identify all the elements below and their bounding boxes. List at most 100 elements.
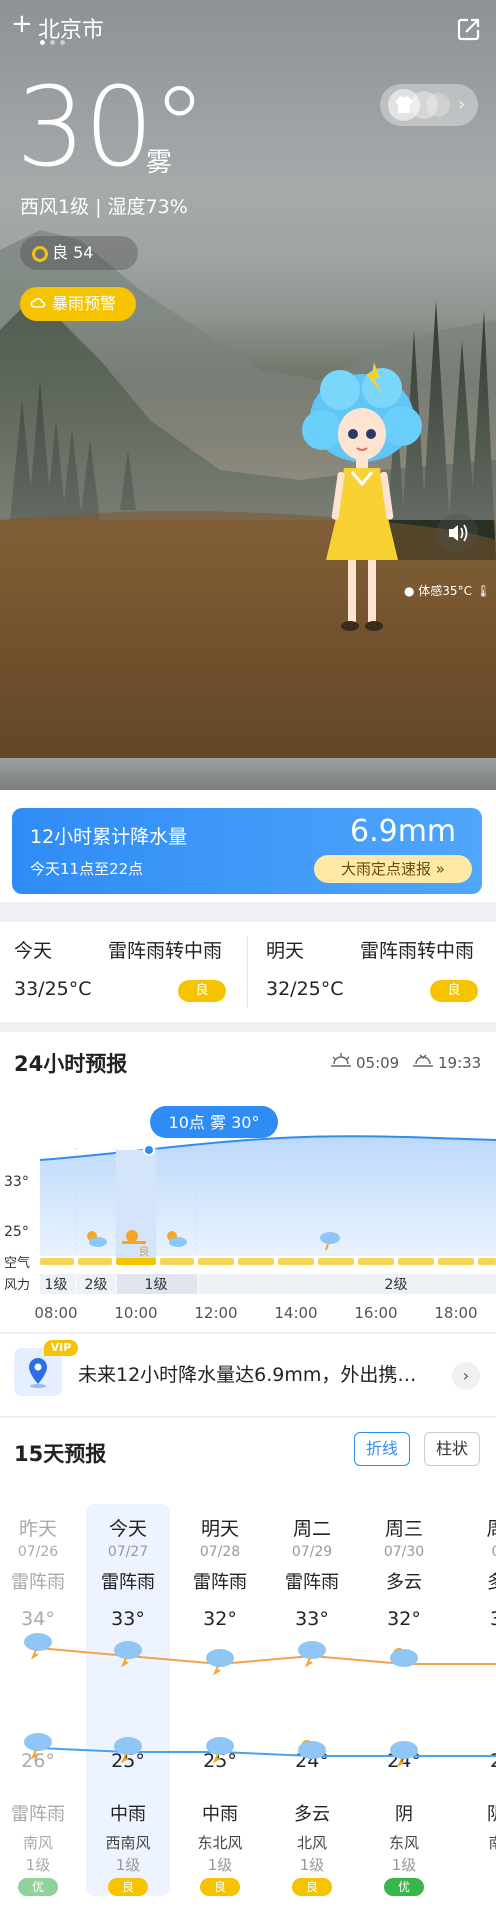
precip-tip-banner[interactable]: VIP 未来12小时降水量达6.9mm，外出携… ›	[0, 1334, 496, 1416]
feels-like: ● 体感35°C 🌡	[404, 584, 492, 598]
daily-column[interactable]: 今天 07/27 雷阵雨 33° 25° 中雨 西南风 1级良	[86, 1504, 170, 1896]
row-label-wind: 风力	[4, 1278, 30, 1293]
night-weather: 雷阵雨	[11, 1804, 65, 1825]
sunset-time: 19:33	[438, 1054, 482, 1072]
wind-level: 2级	[385, 1277, 408, 1293]
aqi-badge: 良	[108, 1878, 148, 1896]
tab-bar-chart[interactable]: 柱状	[424, 1432, 480, 1466]
warning-label: 暴雨预警	[52, 294, 117, 313]
precipitation-card[interactable]: 12小时累计降水量 今天11点至22点 6.9mm 大雨定点速报 »	[12, 808, 482, 894]
wind-direction: 北风	[296, 1834, 327, 1852]
low-temp: 24°	[387, 1750, 421, 1772]
tooltip-text: 10点 雾 30°	[169, 1113, 260, 1132]
wind-humidity: 西风1级 | 湿度73%	[20, 196, 188, 218]
speaker-button[interactable]	[436, 514, 478, 552]
day-summary-card: 今天 雷阵雨转中雨 33/25°C 良 明天 雷阵雨转中雨 32/25°C 良	[0, 922, 496, 1022]
wind-direction: 东风	[388, 1834, 419, 1852]
aqi-badge: 优	[384, 1878, 424, 1896]
weather-hero: + 北京市 30° 雾 西风1级 | 湿度73% 良 54 暴雨预警 › ● 体…	[0, 0, 496, 790]
sunrise-icon	[331, 1053, 351, 1067]
wind-band	[40, 1274, 496, 1294]
speaker-icon	[449, 524, 468, 542]
rain-alert-button[interactable]: 大雨定点速报 »	[314, 855, 472, 883]
today-weather: 雷阵雨转中雨	[108, 940, 223, 962]
day-name: 今天	[108, 1518, 147, 1540]
high-temp: 34°	[21, 1608, 55, 1630]
precip-period: 今天11点至22点	[30, 860, 144, 878]
daily-forecast-card: 15天预报 折线 柱状 昨天 07/26 雷阵雨 34° 26° 雷阵雨 南风 1级优 今天 07…	[0, 1418, 496, 1908]
day-weather: 雷阵雨	[11, 1572, 65, 1593]
daily-title: 15天预报	[14, 1442, 107, 1466]
page-indicator	[40, 40, 65, 45]
sunrise-time: 05:09	[356, 1054, 400, 1072]
today-label: 今天	[14, 940, 53, 962]
day-name: 周三	[384, 1518, 423, 1540]
time-label: 12:00	[194, 1304, 237, 1322]
y-label-high: 33°	[4, 1174, 29, 1190]
sunset-icon	[413, 1054, 433, 1067]
time-label: 10:00	[114, 1304, 157, 1322]
day-weather: 雷阵雨	[101, 1572, 155, 1593]
wind-level: 1级	[115, 1856, 141, 1874]
daily-column[interactable]: 昨天 07/26 雷阵雨 34° 26° 雷阵雨 南风 1级优	[0, 1504, 80, 1896]
day-weather: 雷阵雨	[285, 1572, 339, 1593]
current-condition: 雾	[146, 148, 173, 178]
day-date: 07/29	[291, 1544, 333, 1560]
divider	[247, 936, 248, 1008]
low-temp: 25°	[111, 1750, 145, 1772]
tip-text: 未来12小时降水量达6.9mm，外出携…	[78, 1364, 417, 1386]
night-weather: 中雨	[202, 1804, 238, 1825]
hourly-chart[interactable]: 10点 雾 30° 33° 25° 良 空气 风力 1级 2级 1级 2级 08…	[0, 1088, 496, 1328]
add-city-button[interactable]: +	[11, 10, 33, 38]
aqi-bar	[40, 1258, 496, 1265]
high-temp: 32°	[387, 1608, 421, 1630]
chevron-right-icon: ›	[458, 94, 466, 115]
precip-amount: 6.9mm	[350, 814, 457, 849]
wind-level: 1级	[299, 1856, 325, 1874]
wind-level: 1级	[45, 1277, 68, 1293]
share-icon[interactable]	[456, 16, 482, 42]
daily-column[interactable]: 周二 07/29 雷阵雨 33° 24° 多云北风 1级良	[270, 1504, 354, 1896]
low-temp: 2	[454, 1750, 496, 1772]
tomorrow-temps: 32/25°C	[266, 978, 344, 1000]
hourly-title: 24小时预报	[14, 1052, 128, 1076]
cloud-warning-icon	[30, 298, 46, 308]
aqi-badge: 良	[200, 1878, 240, 1896]
day-date: 07/26	[17, 1544, 59, 1560]
daily-column[interactable]: 明天 07/28 雷阵雨 32° 25° 中雨 东北风 1级良	[178, 1504, 262, 1896]
chevron-right-icon[interactable]: ›	[452, 1362, 480, 1390]
today-temps: 33/25°C	[14, 978, 92, 1000]
day-name: 周二	[292, 1518, 331, 1540]
day-name: 明天	[200, 1518, 239, 1540]
tab-line-chart[interactable]: 折线	[354, 1432, 410, 1466]
tomorrow-label: 明天	[266, 940, 305, 962]
time-label: 14:00	[274, 1304, 317, 1322]
high-temp: 33°	[295, 1608, 329, 1630]
today-aqi-badge: 良	[178, 980, 226, 1002]
character-toggle[interactable]: ›	[380, 84, 478, 126]
y-label-low: 25°	[4, 1224, 29, 1240]
aqi-badge[interactable]: 良 54	[20, 236, 138, 270]
current-temperature: 30°	[16, 63, 207, 191]
high-temp: 3	[454, 1608, 496, 1630]
daily-column[interactable]: 周 0 多 3 2 阴南	[454, 1504, 496, 1896]
low-temp: 24°	[295, 1750, 329, 1772]
weather-character-illustration[interactable]	[300, 360, 430, 660]
time-label: 16:00	[354, 1304, 397, 1322]
night-weather: 多云	[294, 1804, 330, 1825]
low-temp: 25°	[203, 1750, 237, 1772]
row-label-air: 空气	[4, 1255, 30, 1271]
night-weather: 中雨	[110, 1804, 146, 1825]
aqi-badge: 优	[18, 1878, 58, 1896]
day-date: 07/27	[107, 1544, 149, 1560]
time-label: 08:00	[34, 1304, 77, 1322]
rainstorm-warning-badge[interactable]: 暴雨预警	[20, 287, 136, 321]
aqi-badge: 良	[292, 1878, 332, 1896]
selected-point	[143, 1144, 155, 1156]
wind-direction: 南风	[22, 1834, 53, 1852]
precip-title: 12小时累计降水量	[30, 826, 188, 848]
wind-level: 1级	[391, 1856, 417, 1874]
wind-level: 1级	[25, 1856, 51, 1874]
daily-column[interactable]: 周三 07/30 多云 32° 24° 阴东风 1级优	[362, 1504, 446, 1896]
day-name: 周	[486, 1518, 496, 1540]
